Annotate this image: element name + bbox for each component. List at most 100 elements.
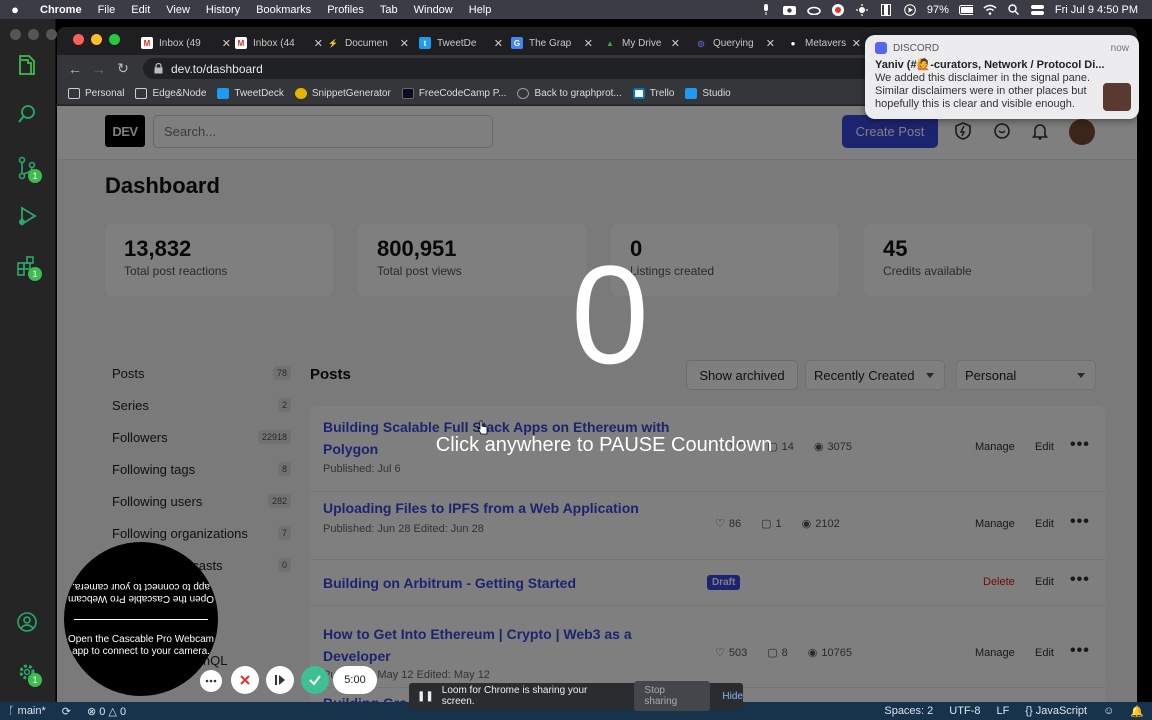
eol-status[interactable]: LF <box>988 705 1017 717</box>
sidebar-item-series[interactable]: Series 2 <box>105 392 291 418</box>
more-options-icon[interactable]: ••• <box>1070 513 1090 531</box>
menu-view[interactable]: View <box>158 4 198 16</box>
menu-tab[interactable]: Tab <box>372 4 406 16</box>
menu-bookmarks[interactable]: Bookmarks <box>248 4 319 16</box>
problems-status[interactable]: ⊗ 0 △ 0 <box>79 705 134 718</box>
close-window-button[interactable] <box>73 34 84 45</box>
manage-gear-icon[interactable]: 1 <box>10 655 44 689</box>
accounts-icon[interactable] <box>10 605 44 639</box>
pause-countdown-text[interactable]: Click anywhere to PAUSE Countdown <box>394 434 814 457</box>
menu-profiles[interactable]: Profiles <box>319 4 372 16</box>
dev-search-input[interactable]: Search... <box>153 115 493 148</box>
loom-more-icon[interactable] <box>200 670 222 692</box>
browser-tab[interactable]: ▲ My Drive ✕ <box>604 31 684 55</box>
edit-button[interactable]: Edit <box>1035 576 1054 588</box>
sidebar-item-following-users[interactable]: Following users 282 <box>105 488 291 514</box>
menu-file[interactable]: File <box>90 4 124 16</box>
notifications-icon[interactable]: 🔔 <box>1122 705 1152 718</box>
wifi-icon[interactable] <box>983 4 997 16</box>
delete-button[interactable]: Delete <box>983 576 1015 588</box>
user-avatar[interactable] <box>1069 119 1095 145</box>
post-title-link[interactable]: How to Get Into Ethereum | Crypto | Web3… <box>323 623 632 667</box>
microphone-icon[interactable] <box>759 4 773 16</box>
loom-resume-icon[interactable] <box>266 666 294 694</box>
dev-logo[interactable]: DEV <box>105 115 145 147</box>
more-options-icon[interactable]: ••• <box>1070 642 1090 660</box>
search-icon[interactable] <box>10 97 44 131</box>
edit-button[interactable]: Edit <box>1035 441 1054 453</box>
menu-edit[interactable]: Edit <box>123 4 158 16</box>
browser-tab[interactable]: M Inbox (44 ✕ <box>235 31 327 55</box>
notifications-bell-icon[interactable] <box>1029 120 1051 142</box>
creative-cloud-icon[interactable] <box>807 4 821 16</box>
sidebar-item-followers[interactable]: Followers 22918 <box>105 424 291 450</box>
menu-window[interactable]: Window <box>406 4 461 16</box>
tab-close-icon[interactable]: ✕ <box>671 37 680 50</box>
tab-close-icon[interactable]: ✕ <box>314 37 323 50</box>
moderation-shield-icon[interactable] <box>952 120 974 142</box>
edit-button[interactable]: Edit <box>1035 647 1054 659</box>
tab-close-icon[interactable]: ✕ <box>584 37 593 50</box>
loom-finish-check-icon[interactable] <box>301 666 329 694</box>
show-archived-button[interactable]: Show archived <box>686 360 798 390</box>
indent-status[interactable]: Spaces: 2 <box>876 705 941 717</box>
git-branch-status[interactable]: ᚴ main* <box>0 705 54 717</box>
countdown-number[interactable]: 0 <box>540 240 680 390</box>
more-options-icon[interactable]: ••• <box>1070 571 1090 589</box>
browser-tab[interactable]: ⚡ Documen ✕ <box>327 31 413 55</box>
menubar-clock[interactable]: Fri Jul 9 4:50 PM <box>1055 4 1138 16</box>
record-icon[interactable] <box>831 3 845 16</box>
film-icon[interactable] <box>879 3 893 16</box>
manage-button[interactable]: Manage <box>975 441 1015 453</box>
sort-select[interactable]: Recently Created <box>805 360 945 390</box>
sync-icon[interactable]: ⟳ <box>54 705 79 718</box>
menu-help[interactable]: Help <box>461 4 500 16</box>
lock-icon[interactable] <box>154 63 163 74</box>
extensions-icon[interactable]: 1 <box>10 249 44 283</box>
back-arrow-icon[interactable]: ← <box>63 57 87 81</box>
bookmark-snippetgenerator[interactable]: SnippetGenerator <box>294 87 391 99</box>
explorer-icon[interactable] <box>10 49 44 83</box>
apple-menu-icon[interactable]: ● <box>0 2 30 17</box>
bookmark-tweetdeck[interactable]: TweetDeck <box>217 87 284 99</box>
camera-icon[interactable] <box>783 4 797 16</box>
control-center-icon[interactable] <box>1031 4 1045 16</box>
source-control-icon[interactable]: 1 <box>10 151 44 185</box>
zoom-window-button[interactable] <box>109 34 120 45</box>
browser-tab[interactable]: ● Metavers ✕ <box>787 31 865 55</box>
browser-tab[interactable]: t TweetDe ✕ <box>419 31 507 55</box>
tab-close-icon[interactable]: ✕ <box>400 37 409 50</box>
run-debug-icon[interactable] <box>10 199 44 233</box>
language-status[interactable]: {} JavaScript <box>1017 705 1095 717</box>
loom-webcam-bubble[interactable]: Open the Cascable Pro Webcam app to conn… <box>64 542 218 696</box>
post-title-link[interactable]: Uploading Files to IPFS from a Web Appli… <box>323 497 639 519</box>
browser-tab[interactable]: G The Grap ✕ <box>511 31 597 55</box>
loom-cancel-icon[interactable] <box>231 666 259 694</box>
battery-icon[interactable] <box>958 4 973 16</box>
encoding-status[interactable]: UTF-8 <box>941 705 988 717</box>
bookmark-freecodecamp[interactable]: FreeCodeCamp P... <box>401 87 506 99</box>
bookmark-trello[interactable]: Trello <box>632 87 674 99</box>
menu-history[interactable]: History <box>198 4 248 16</box>
create-post-button[interactable]: Create Post <box>842 115 938 148</box>
sidebar-item-following-tags[interactable]: Following tags 8 <box>105 456 291 482</box>
menu-app-name[interactable]: Chrome <box>30 4 90 16</box>
spotlight-search-icon[interactable] <box>1007 4 1021 16</box>
minimize-window-button[interactable] <box>91 34 102 45</box>
post-title-link[interactable]: Building on Arbitrum - Getting Started <box>323 572 576 594</box>
chat-bubble-icon[interactable] <box>991 120 1013 142</box>
stop-sharing-button[interactable]: Stop sharing <box>634 681 711 711</box>
forward-arrow-icon[interactable]: → <box>87 57 111 81</box>
feedback-icon[interactable]: ☺ <box>1095 705 1122 717</box>
bookmark-graphprotocol[interactable]: Back to graphprot... <box>517 87 622 99</box>
manage-button[interactable]: Manage <box>975 518 1015 530</box>
bookmark-studio[interactable]: Studio <box>685 87 731 99</box>
address-bar[interactable]: dev.to/dashboard <box>143 58 933 79</box>
play-icon[interactable] <box>903 3 917 16</box>
profile-select[interactable]: Personal <box>956 360 1096 390</box>
discord-notification[interactable]: DISCORD now Yaniv (#🙋-curators, Network … <box>865 35 1139 119</box>
tab-close-icon[interactable]: ✕ <box>494 37 503 50</box>
settings-sun-icon[interactable] <box>855 3 869 16</box>
edit-button[interactable]: Edit <box>1035 518 1054 530</box>
bookmark-folder-edgenode[interactable]: Edge&Node <box>135 87 206 99</box>
